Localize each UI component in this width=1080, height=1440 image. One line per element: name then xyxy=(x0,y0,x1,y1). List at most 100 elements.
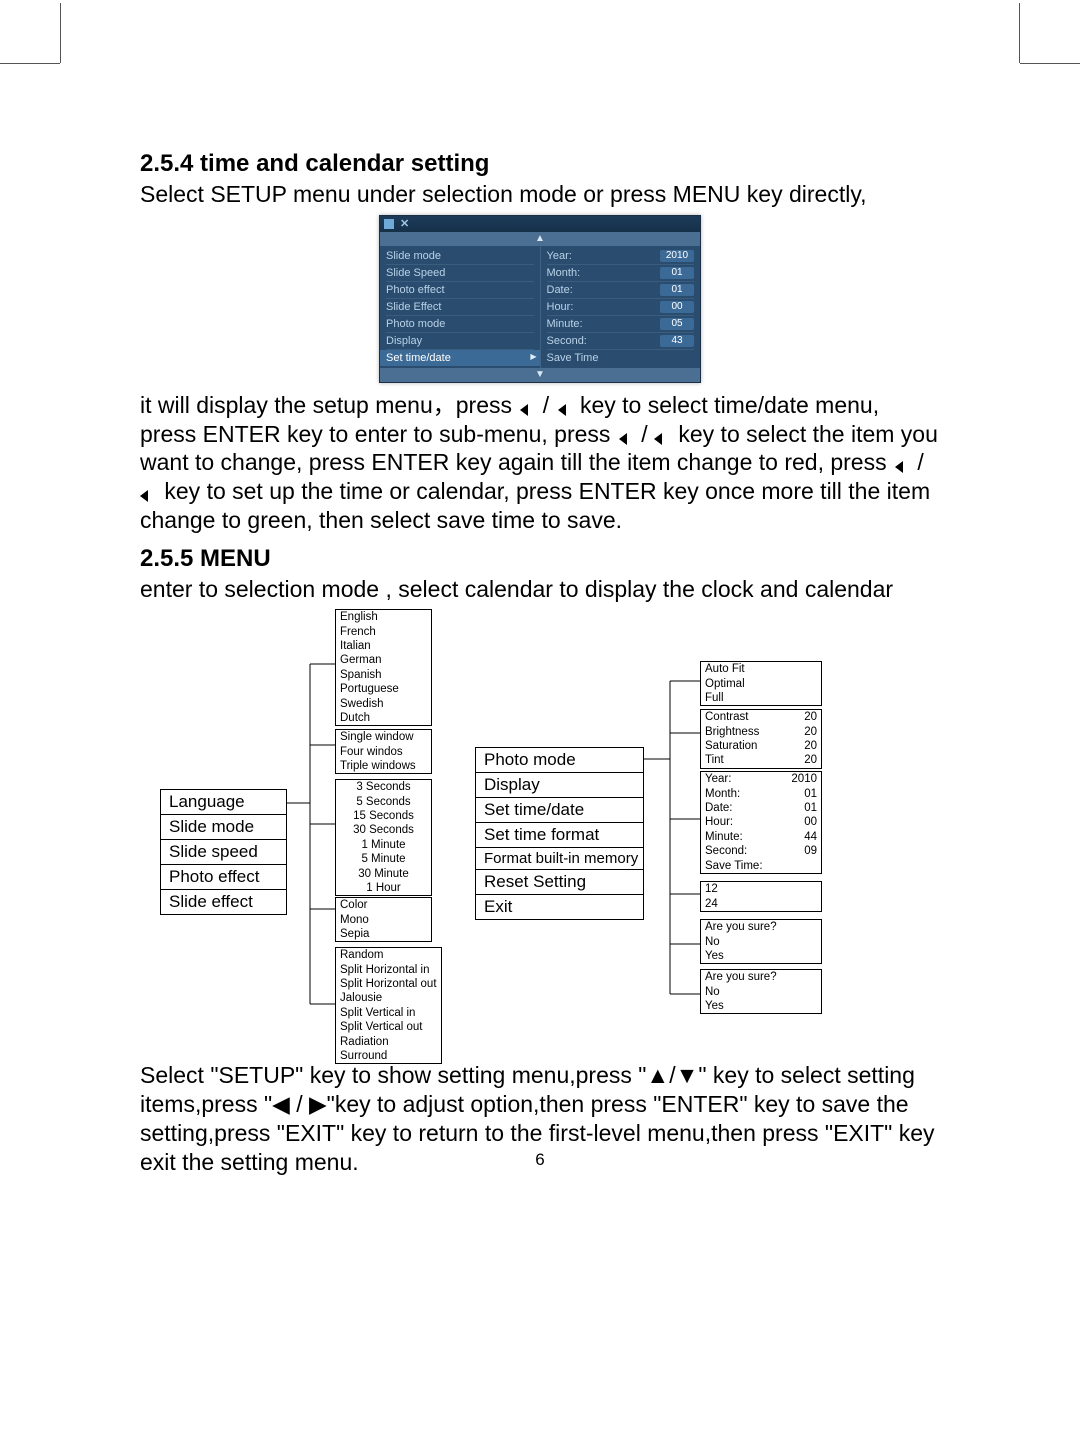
kv-row: Save Time xyxy=(547,350,695,366)
list-item: Split Horizontal in xyxy=(336,963,441,977)
list-item: Yes xyxy=(701,949,821,963)
list-item: 1 Hour xyxy=(336,881,431,895)
list-item: English xyxy=(336,610,431,624)
list-item: Photo effect xyxy=(386,282,534,299)
kv-row: Date:01 xyxy=(547,282,695,299)
list-item: Split Horizontal out xyxy=(336,977,441,991)
photo-effect-box: Color Mono Sepia xyxy=(335,897,432,942)
list-item: Jalousie xyxy=(336,991,441,1005)
list-item: Display xyxy=(386,333,534,350)
list-item: Spanish xyxy=(336,668,431,682)
kv-row: Minute:44 xyxy=(701,830,821,844)
kv-row: Second:43 xyxy=(547,333,695,350)
crop-mark xyxy=(1019,3,1020,63)
list-item: Format built-in memory xyxy=(476,848,643,870)
heading-2-5-5: 2.5.5 MENU xyxy=(140,545,940,573)
kv-row: Month:01 xyxy=(701,787,821,801)
device-left-pane: Slide mode Slide Speed Photo effect Slid… xyxy=(380,246,541,368)
kv-row: Save Time: xyxy=(701,859,821,873)
list-item: 24 xyxy=(701,897,821,911)
list-item: Photo mode xyxy=(386,316,534,333)
list-item-selected: Set time/date xyxy=(380,350,540,366)
manual-page: 2.5.4 time and calendar setting Select S… xyxy=(0,0,1080,1440)
languages-box: English French Italian German Spanish Po… xyxy=(335,609,432,726)
list-item: 12 xyxy=(701,882,821,896)
crop-mark xyxy=(1020,63,1080,64)
display-box: Contrast20 Brightness20 Saturation20 Tin… xyxy=(700,709,822,769)
list-item: Slide mode xyxy=(386,248,534,265)
list-item: Photo effect xyxy=(161,865,286,890)
list-item: Display xyxy=(476,773,643,798)
prev-icon xyxy=(893,449,917,475)
list-item: Sepia xyxy=(336,927,431,941)
para-2-5-4-intro: Select SETUP menu under selection mode o… xyxy=(140,180,940,209)
kv-row: Brightness20 xyxy=(701,725,821,739)
list-item: 30 Seconds xyxy=(336,823,431,837)
list-item: Triple windows xyxy=(336,759,431,773)
kv-row: Hour:00 xyxy=(547,299,695,316)
list-item: Slide effect xyxy=(161,890,286,914)
kv-row: Month:01 xyxy=(547,265,695,282)
list-item: Dutch xyxy=(336,711,431,725)
slide-mode-box: Single window Four windos Triple windows xyxy=(335,729,432,774)
list-item: No xyxy=(701,935,821,949)
kv-row: Minute:05 xyxy=(547,316,695,333)
para-2-5-5-intro: enter to selection mode , select calenda… xyxy=(140,575,940,604)
list-item: Surround xyxy=(336,1049,441,1063)
list-item: 5 Seconds xyxy=(336,795,431,809)
list-item: Auto Fit xyxy=(701,662,821,676)
heading-2-5-4: 2.5.4 time and calendar setting xyxy=(140,150,940,178)
list-item: 5 Minute xyxy=(336,852,431,866)
prev-icon xyxy=(617,421,641,447)
list-item: Italian xyxy=(336,639,431,653)
time-box: Year:2010 Month:01 Date:01 Hour:00 Minut… xyxy=(700,771,822,874)
list-item: Slide mode xyxy=(161,815,286,840)
next-icon xyxy=(140,478,164,504)
scroll-down-arrow: ▼ xyxy=(380,368,700,382)
para-2-5-4-body: it will display the setup menu，press / k… xyxy=(140,391,940,535)
list-item: Split Vertical in xyxy=(336,1006,441,1020)
list-item: German xyxy=(336,653,431,667)
list-item: Photo mode xyxy=(476,748,643,773)
device-titlebar: ✕ xyxy=(380,216,700,232)
kv-row: Tint20 xyxy=(701,753,821,767)
kv-row: Contrast20 xyxy=(701,710,821,724)
list-item: Yes xyxy=(701,999,821,1013)
list-item: Split Vertical out xyxy=(336,1020,441,1034)
menu-main1: Language Slide mode Slide speed Photo ef… xyxy=(160,789,287,915)
list-item: Slide Speed xyxy=(386,265,534,282)
list-item: Are you sure? xyxy=(701,920,821,934)
kv-row: Year:2010 xyxy=(701,772,821,786)
list-item: Slide Effect xyxy=(386,299,534,316)
list-item: Slide speed xyxy=(161,840,286,865)
list-item: No xyxy=(701,985,821,999)
list-item: 30 Minute xyxy=(336,867,431,881)
slide-effect-box: Random Split Horizontal in Split Horizon… xyxy=(335,947,442,1064)
list-item: Optimal xyxy=(701,677,821,691)
time-format-box: 12 24 xyxy=(700,881,822,912)
crop-mark xyxy=(0,63,60,64)
prev-icon xyxy=(518,392,542,418)
slide-speed-box: 3 Seconds 5 Seconds 15 Seconds 30 Second… xyxy=(335,779,432,896)
list-item: Single window xyxy=(336,730,431,744)
crop-mark xyxy=(60,3,61,63)
menu-main2: Photo mode Display Set time/date Set tim… xyxy=(475,747,644,920)
scroll-up-arrow: ▲ xyxy=(380,232,700,246)
kv-row: Second:09 xyxy=(701,844,821,858)
list-item: Exit xyxy=(476,895,643,919)
list-item: Mono xyxy=(336,913,431,927)
list-item: 1 Minute xyxy=(336,838,431,852)
next-icon xyxy=(556,392,580,418)
close-icon: ✕ xyxy=(400,217,409,230)
list-item: Color xyxy=(336,898,431,912)
list-item: French xyxy=(336,625,431,639)
list-item: Language xyxy=(161,790,286,815)
list-item: Are you sure? xyxy=(701,970,821,984)
menu-tree-diagram: Language Slide mode Slide speed Photo ef… xyxy=(140,609,940,1059)
kv-row: Date:01 xyxy=(701,801,821,815)
list-item: Swedish xyxy=(336,697,431,711)
list-item: Reset Setting xyxy=(476,870,643,895)
device-right-pane: Year:2010 Month:01 Date:01 Hour:00 Minut… xyxy=(541,246,701,368)
list-item: Set time format xyxy=(476,823,643,848)
list-item: Four windos xyxy=(336,745,431,759)
